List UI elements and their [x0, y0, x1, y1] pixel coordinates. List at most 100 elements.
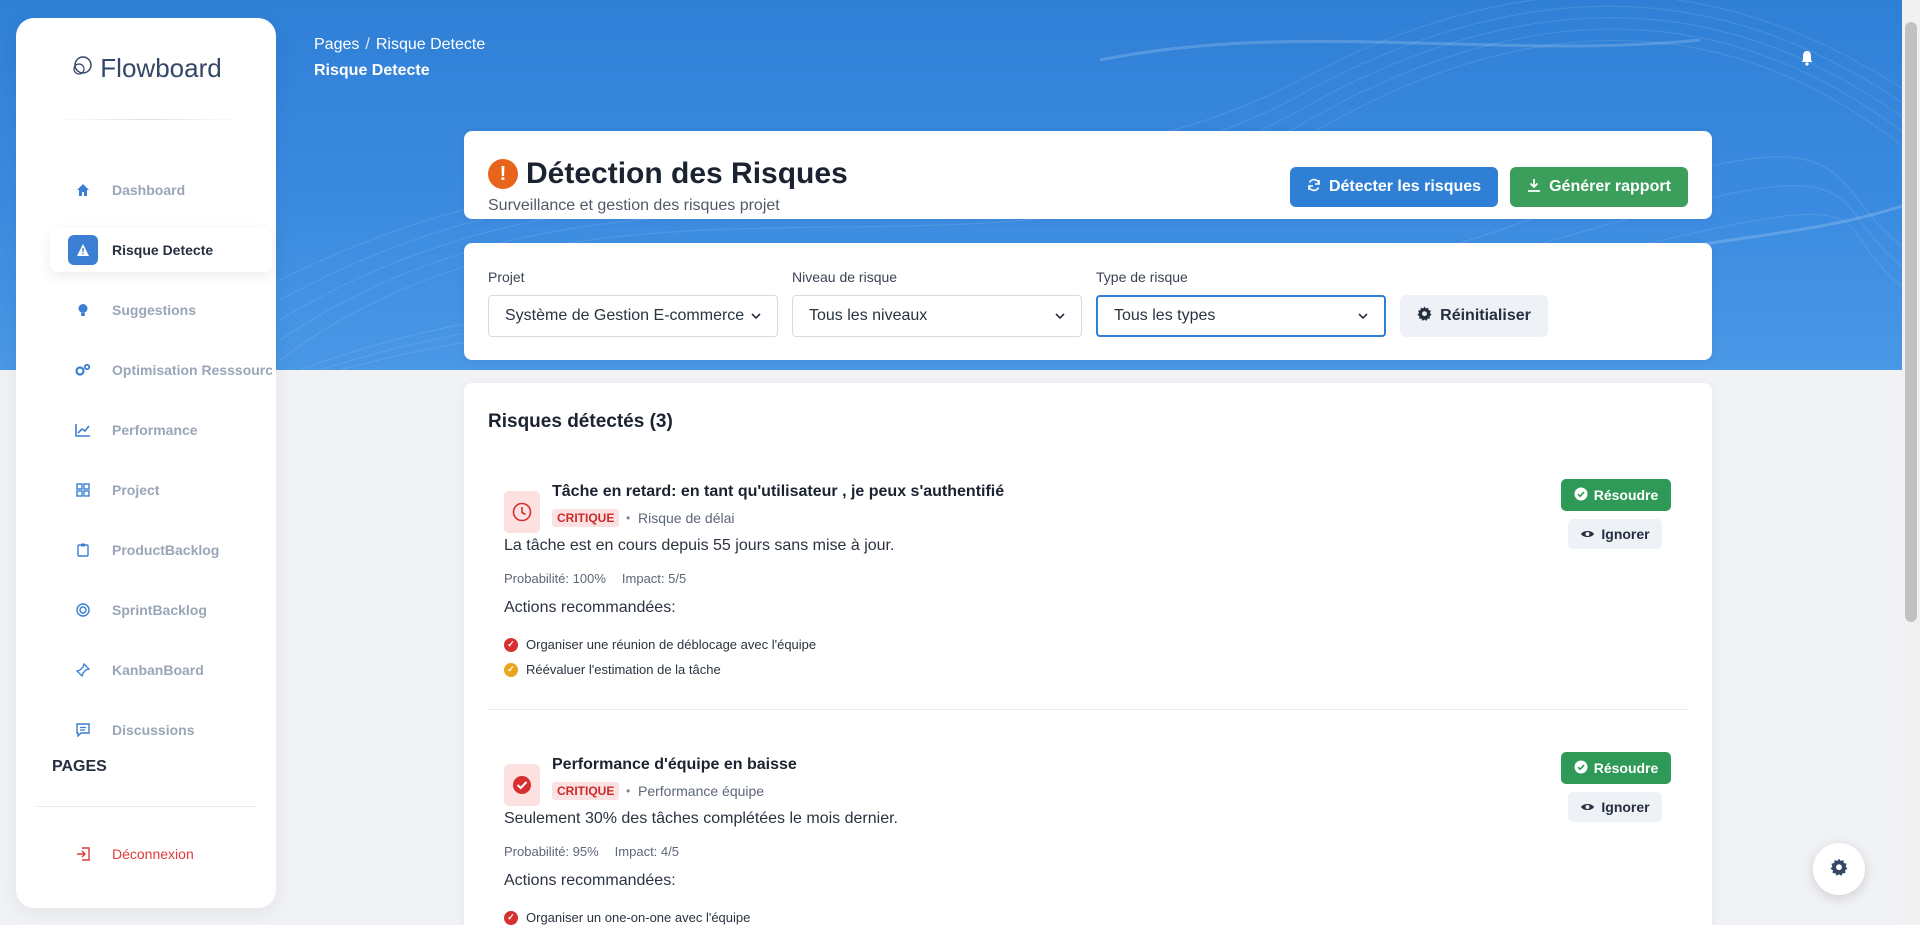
ignore-label: Ignorer: [1601, 799, 1650, 815]
check-circle-icon: ✓: [504, 637, 518, 652]
risk-type-select[interactable]: Tous les types: [1096, 295, 1386, 337]
risk-item: Tâche en retard: en tant qu'utilisateur …: [488, 471, 1688, 691]
sidebar-item-performance[interactable]: Performance: [50, 408, 272, 452]
gear-icon: [1830, 858, 1848, 881]
sidebar-item-label: Risque Detecte: [112, 242, 214, 258]
resolve-label: Résoudre: [1593, 760, 1659, 776]
project-select[interactable]: Système de Gestion E-commerce: [488, 295, 778, 337]
project-select-value: Système de Gestion E-commerce: [505, 307, 745, 324]
sidebar-item-label: Discussions: [112, 722, 195, 738]
sidebar-item-label: Project: [112, 482, 160, 498]
check-circle-icon: ✓: [504, 910, 518, 925]
risk-description: La tâche est en cours depuis 55 jours sa…: [504, 537, 895, 554]
sidebar-item-sprintbacklog[interactable]: SprintBacklog: [50, 588, 272, 632]
action-item: ✓ Organiser un one-on-one avec l'équipe: [504, 910, 750, 925]
sidebar: Flowboard Dashboard Risque Detecte Sugge…: [16, 18, 276, 908]
resolve-label: Résoudre: [1593, 487, 1659, 503]
risks-list-card: Risques détectés (3) Tâche en retard: en…: [464, 383, 1712, 925]
breadcrumb-root[interactable]: Pages: [314, 36, 359, 53]
logo-icon: [70, 52, 96, 85]
chevron-down-icon: [751, 307, 761, 325]
bell-icon[interactable]: [1800, 50, 1814, 71]
risk-type: Risque de délai: [638, 510, 735, 526]
sidebar-item-discussions[interactable]: Discussions: [50, 708, 272, 752]
risk-title: Tâche en retard: en tant qu'utilisateur …: [552, 483, 1005, 500]
lightbulb-icon: [68, 295, 98, 325]
scrollbar-thumb[interactable]: [1905, 22, 1917, 622]
sidebar-item-risque-detecte[interactable]: Risque Detecte: [50, 228, 272, 272]
sidebar-item-project[interactable]: Project: [50, 468, 272, 512]
reset-filters-button[interactable]: Réinitialiser: [1400, 295, 1548, 337]
sidebar-divider: [50, 119, 246, 120]
refresh-icon: [1307, 178, 1321, 197]
detect-risks-button[interactable]: Détecter les risques: [1290, 167, 1498, 207]
risk-type-select-value: Tous les types: [1114, 307, 1216, 324]
gear-icon: [1417, 306, 1432, 326]
risk-type: Performance équipe: [638, 783, 765, 799]
check-circle-icon: ✓: [504, 662, 518, 677]
sidebar-item-optimisation[interactable]: Optimisation Resssource: [50, 348, 272, 392]
sidebar-item-suggestions[interactable]: Suggestions: [50, 288, 272, 332]
resolve-button[interactable]: Résoudre: [1561, 479, 1671, 511]
cogs-icon: [68, 355, 98, 385]
header-title-text: Détection des Risques: [526, 157, 848, 190]
sidebar-item-label: SprintBacklog: [112, 602, 207, 618]
sidebar-item-label: Performance: [112, 422, 198, 438]
risk-header-card: ! Détection des Risques Surveillance et …: [464, 131, 1712, 219]
severity-badge: CRITIQUE: [552, 782, 620, 800]
exclamation-icon: !: [488, 159, 518, 189]
risk-impact: Impact: 5/5: [621, 571, 687, 586]
sidebar-item-label: KanbanBoard: [112, 662, 204, 678]
logout-button[interactable]: Déconnexion: [50, 832, 272, 876]
check-circle-icon: [504, 764, 540, 806]
risk-probability: Probabilité: 95%: [504, 844, 599, 859]
chevron-down-icon: [1055, 307, 1065, 325]
breadcrumb: Pages / Risque Detecte: [314, 36, 485, 54]
separator-dot: •: [626, 784, 631, 798]
page-title: Risque Detecte: [314, 62, 430, 79]
chart-line-icon: [68, 415, 98, 445]
action-text: Organiser un one-on-one avec l'équipe: [526, 910, 751, 925]
settings-fab-button[interactable]: [1813, 843, 1865, 895]
chat-icon: [68, 715, 98, 745]
clock-icon: [504, 491, 540, 533]
risk-level-select[interactable]: Tous les niveaux: [792, 295, 1082, 337]
chevron-down-icon: [1358, 307, 1368, 325]
sidebar-item-label: ProductBacklog: [112, 542, 220, 558]
risk-metrics: Probabilité: 95% Impact: 4/5: [504, 844, 679, 859]
separator-dot: •: [626, 511, 631, 525]
logout-icon: [68, 839, 98, 869]
generate-report-label: Générer rapport: [1549, 178, 1671, 195]
sidebar-item-kanbanboard[interactable]: KanbanBoard: [50, 648, 272, 692]
action-text: Organiser une réunion de déblocage avec …: [526, 637, 817, 652]
pages-section-title: PAGES: [52, 758, 107, 775]
target-icon: [68, 595, 98, 625]
header-subtitle: Surveillance et gestion des risques proj…: [488, 197, 780, 214]
sidebar-divider: [36, 806, 256, 807]
brand-logo[interactable]: Flowboard: [16, 52, 276, 85]
ignore-button[interactable]: Ignorer: [1568, 792, 1662, 822]
project-filter-label: Projet: [488, 269, 525, 285]
ignore-button[interactable]: Ignorer: [1568, 519, 1662, 549]
generate-report-button[interactable]: Générer rapport: [1510, 167, 1688, 207]
download-icon: [1527, 178, 1541, 197]
risk-level-select-value: Tous les niveaux: [809, 307, 928, 324]
pin-icon: [68, 655, 98, 685]
resolve-button[interactable]: Résoudre: [1561, 752, 1671, 784]
warning-icon: [68, 235, 98, 265]
risk-probability: Probabilité: 100%: [504, 571, 606, 586]
risk-item: Performance d'équipe en baisse CRITIQUE …: [488, 744, 1688, 925]
sidebar-item-dashboard[interactable]: Dashboard: [50, 168, 272, 212]
type-filter-label: Type de risque: [1096, 269, 1188, 285]
risk-metrics: Probabilité: 100% Impact: 5/5: [504, 571, 686, 586]
action-text: Réévaluer l'estimation de la tâche: [526, 662, 721, 677]
risk-impact: Impact: 4/5: [614, 844, 679, 859]
eye-icon: [1580, 799, 1595, 815]
level-filter-label: Niveau de risque: [792, 269, 898, 285]
breadcrumb-current: Risque Detecte: [375, 36, 486, 53]
home-icon: [68, 175, 98, 205]
sidebar-item-label: Dashboard: [112, 182, 186, 198]
sidebar-item-label: Optimisation Resssource: [112, 362, 272, 378]
sidebar-item-productbacklog[interactable]: ProductBacklog: [50, 528, 272, 572]
check-circle-icon: [1574, 487, 1588, 504]
